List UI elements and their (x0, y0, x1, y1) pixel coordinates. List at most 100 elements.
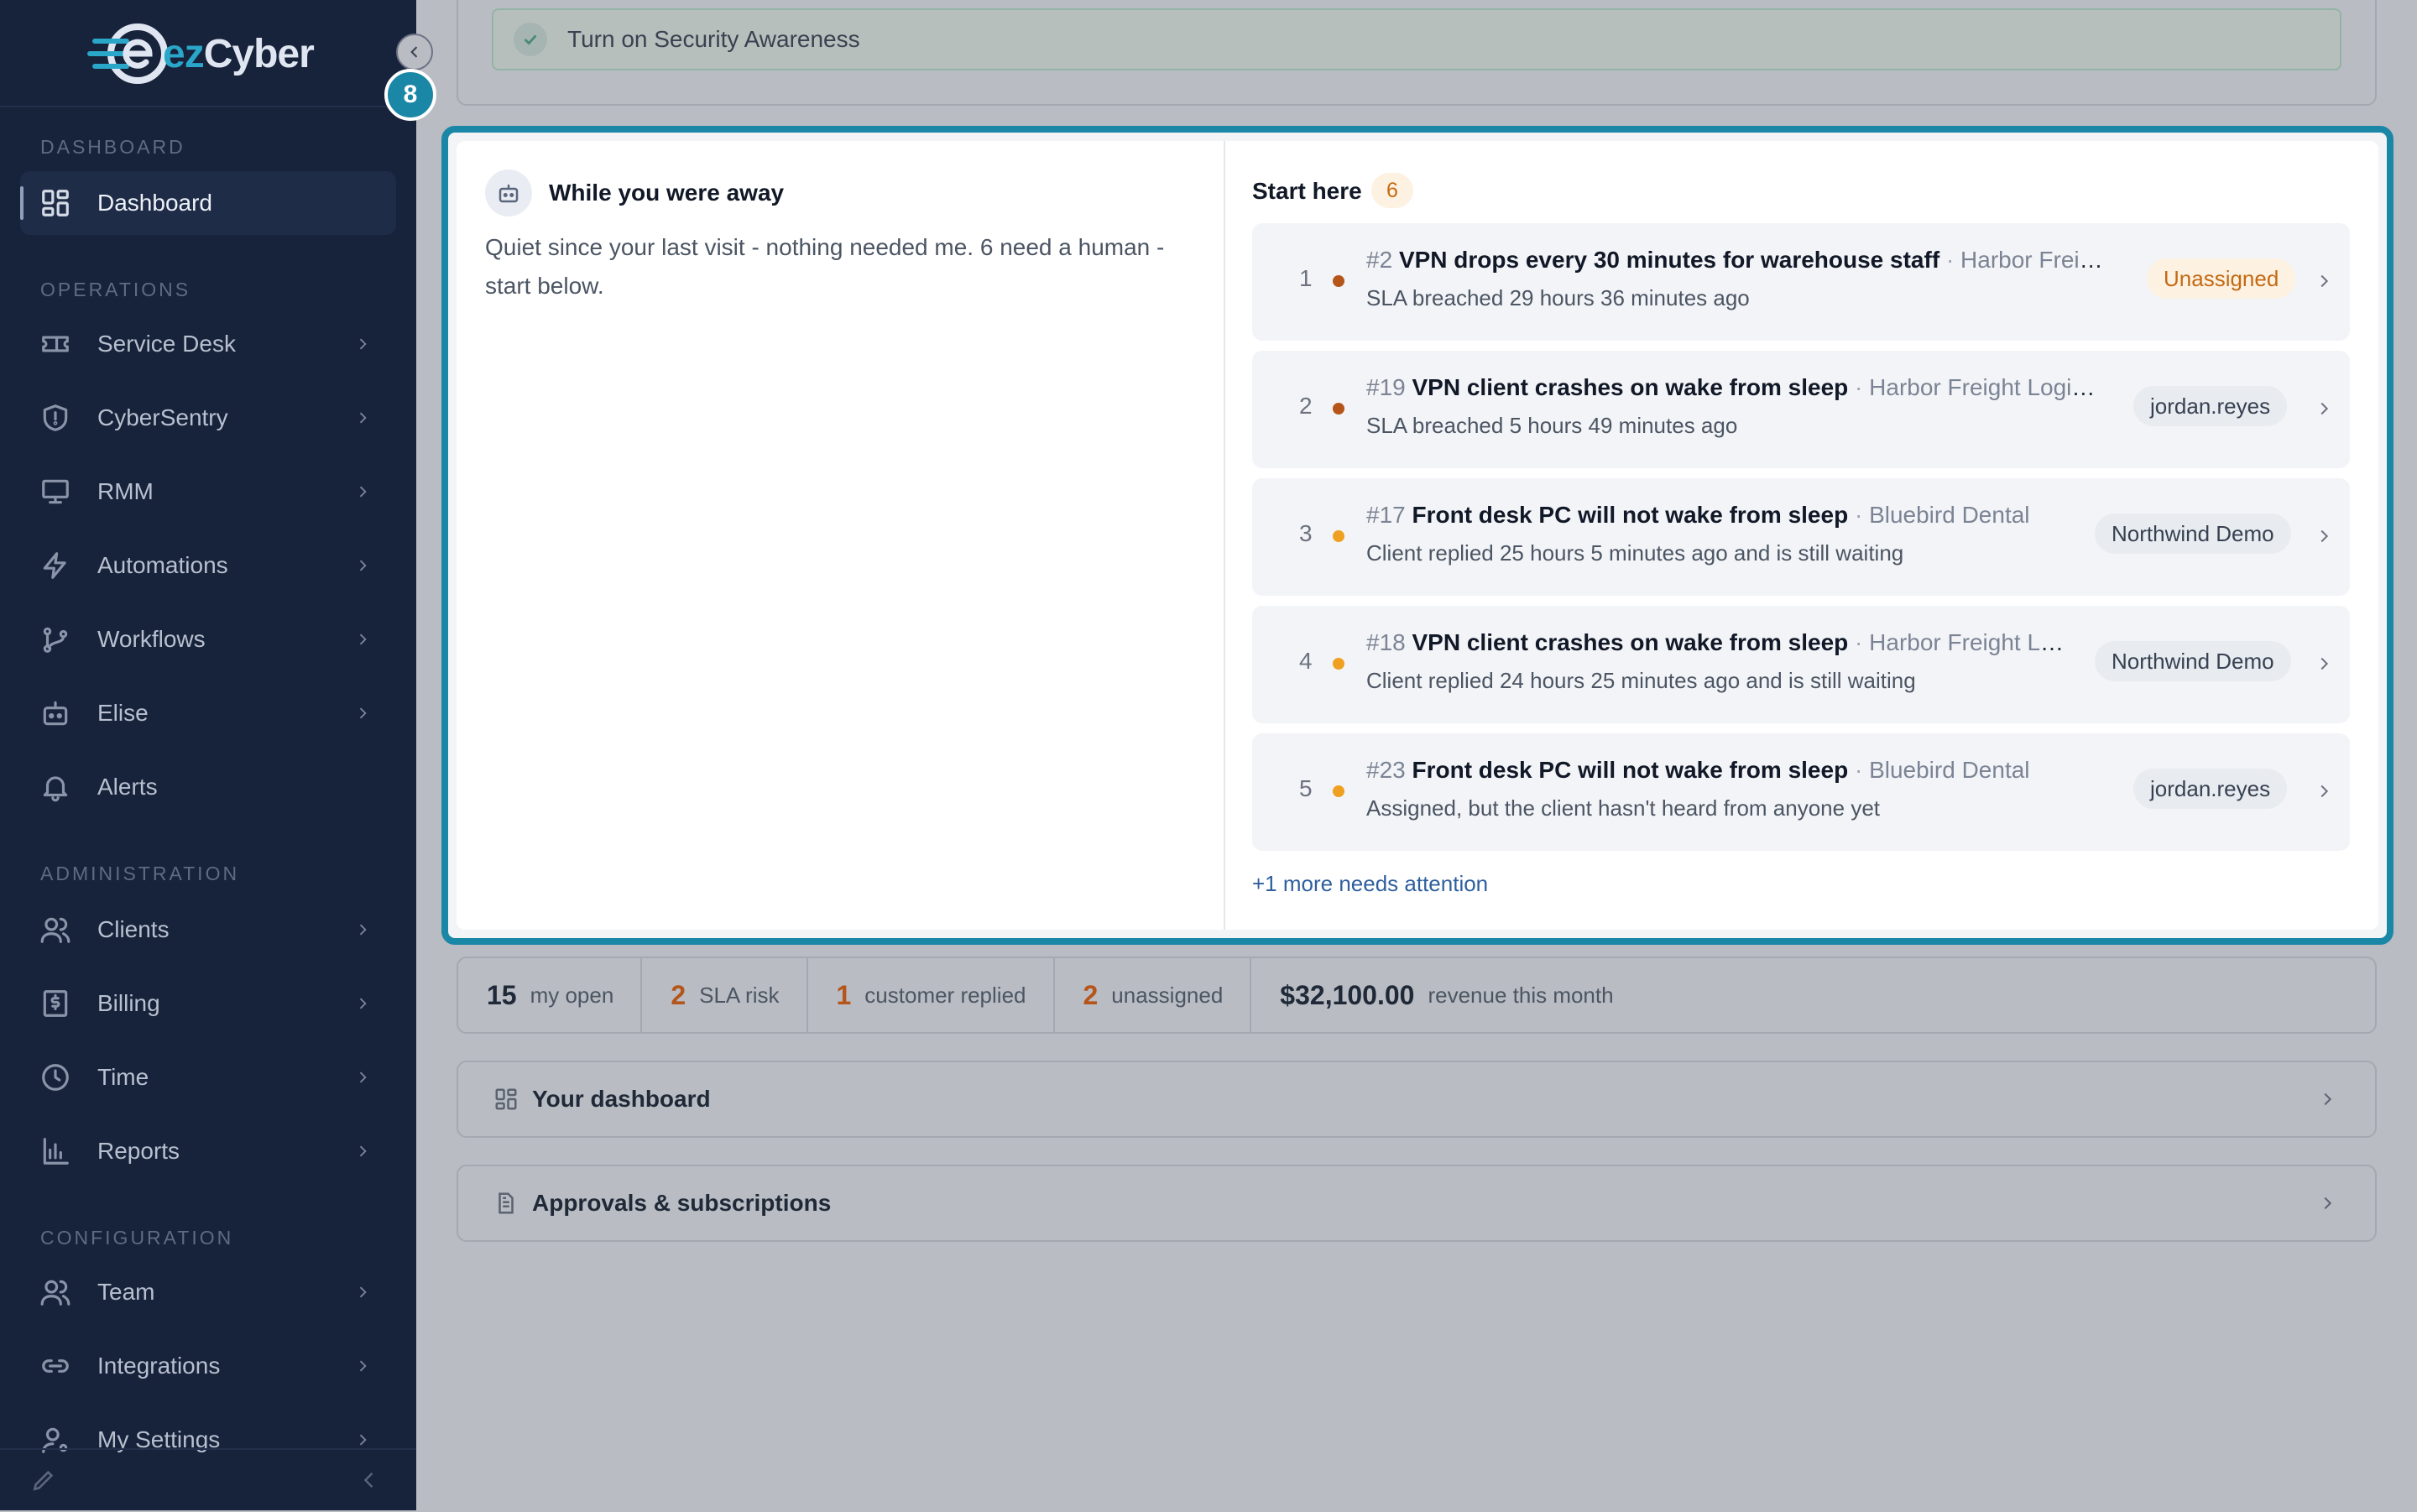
sidebar-item-automations[interactable]: Automations (20, 534, 396, 597)
waiting-dot (1333, 658, 1344, 670)
ticket-icon (39, 327, 72, 361)
sidebar-item-billing[interactable]: Billing (20, 972, 396, 1035)
sidebar-item-label: Integrations (97, 1353, 221, 1379)
ticket-row[interactable]: 1 #2 VPN drops every 30 minutes for ware… (1252, 223, 2350, 341)
chevron-right-icon (354, 557, 371, 574)
git-branch-icon (39, 623, 72, 656)
sidebar-item-label: Team (97, 1279, 155, 1305)
ticket-heading: #2 VPN drops every 30 minutes for wareho… (1366, 247, 2105, 274)
ticket-row[interactable]: 5 #23 Front desk PC will not wake from s… (1252, 733, 2350, 851)
stat-value: 2 (671, 979, 686, 1010)
while-away-text: Quiet since your last visit - nothing ne… (485, 234, 1165, 299)
sidebar-item-time[interactable]: Time (20, 1045, 396, 1109)
sidebar-collapse-button[interactable] (396, 34, 433, 70)
active-indicator (20, 186, 23, 220)
stat-value: 2 (1083, 979, 1099, 1010)
chevron-right-icon (2315, 527, 2333, 545)
dollar-receipt-icon (39, 987, 72, 1020)
separator-dot: · (1945, 247, 1955, 273)
ticket-rank: 3 (1299, 520, 1313, 546)
ticket-id: #17 (1366, 502, 1406, 528)
ticket-heading: #17 Front desk PC will not wake from sle… (1366, 502, 2105, 529)
ticket-row[interactable]: 3 #17 Front desk PC will not wake from s… (1252, 478, 2350, 596)
sla-breach-dot (1333, 403, 1344, 414)
start-here-title: Start here (1252, 178, 1362, 204)
sidebar-item-label: Billing (97, 990, 160, 1016)
ticket-heading: #23 Front desk PC will not wake from sle… (1366, 757, 2105, 784)
stat-revenue[interactable]: $32,100.00 revenue this month (1251, 958, 1640, 1032)
sidebar-item-team[interactable]: Team (20, 1260, 396, 1324)
more-needs-attention-link[interactable]: +1 more needs attention (1252, 871, 1488, 897)
robot-icon (485, 169, 532, 216)
chevron-right-icon (354, 631, 371, 648)
stat-value: $32,100.00 (1280, 979, 1415, 1010)
chevron-right-icon (2318, 1194, 2336, 1212)
sidebar-item-label: Alerts (97, 774, 158, 800)
chevron-right-icon (2315, 272, 2333, 290)
chevron-left-icon[interactable] (358, 1468, 381, 1492)
stat-sla-risk[interactable]: 2 SLA risk (642, 958, 808, 1032)
sidebar-item-cybersentry[interactable]: CyberSentry (20, 386, 396, 450)
robot-icon (39, 696, 72, 730)
chevron-right-icon (354, 1143, 371, 1160)
stat-value: 1 (836, 979, 852, 1010)
ticket-rank: 2 (1299, 393, 1313, 419)
sidebar: ezCyber DASHBOARD Dashboard OPERATIONS S… (0, 0, 416, 1510)
chevron-right-icon (354, 705, 371, 722)
sidebar-item-clients[interactable]: Clients (20, 898, 396, 962)
ticket-id: #2 (1366, 247, 1393, 273)
pencil-icon[interactable] (30, 1467, 57, 1494)
sidebar-item-label: Dashboard (97, 190, 212, 216)
ticket-id: #18 (1366, 629, 1406, 655)
sidebar-item-label: Elise (97, 700, 149, 726)
sidebar-item-workflows[interactable]: Workflows (20, 607, 396, 671)
chevron-right-icon (354, 483, 371, 500)
users-icon (39, 913, 72, 946)
sidebar-item-elise[interactable]: Elise (20, 681, 396, 745)
ticket-title: VPN client crashes on wake from sleep (1412, 374, 1849, 400)
chevron-right-icon (354, 1431, 371, 1448)
your-dashboard-card[interactable]: Your dashboard (457, 1061, 2377, 1138)
sidebar-item-dashboard[interactable]: Dashboard (20, 171, 396, 235)
sidebar-item-service-desk[interactable]: Service Desk (20, 312, 396, 376)
while-away-panel: While you were away Quiet since your las… (457, 141, 1225, 930)
chevron-left-icon (410, 46, 418, 58)
sidebar-item-reports[interactable]: Reports (20, 1119, 396, 1183)
ticket-rank: 5 (1299, 775, 1313, 801)
sidebar-item-integrations[interactable]: Integrations (20, 1334, 396, 1398)
ticket-status: SLA breached 5 hours 49 minutes ago (1366, 413, 1738, 438)
brand-name: ezCyber (163, 31, 315, 76)
check-icon (514, 23, 547, 56)
sidebar-item-alerts[interactable]: Alerts (20, 755, 396, 819)
waiting-dot (1333, 785, 1344, 797)
sidebar-item-rmm[interactable]: RMM (20, 460, 396, 524)
clock-icon (39, 1061, 72, 1094)
separator-dot: · (1854, 757, 1863, 783)
start-here-panel: Start here 6 1 #2 VPN drops every 30 min… (1225, 141, 2378, 930)
chevron-right-icon (354, 921, 371, 938)
card-title: Your dashboard (532, 1086, 711, 1112)
stat-customer-replied[interactable]: 1 customer replied (808, 958, 1055, 1032)
stat-label: my open (530, 982, 614, 1008)
dashboard-grid-icon (493, 1087, 519, 1112)
stat-label: unassigned (1111, 982, 1224, 1008)
ticket-row[interactable]: 4 #18 VPN client crashes on wake from sl… (1252, 606, 2350, 723)
chevron-right-icon (354, 336, 371, 352)
stats-bar: 15 my open 2 SLA risk 1 customer replied… (457, 957, 2377, 1034)
ezcyber-logo-icon (87, 23, 168, 84)
ticket-row[interactable]: 2 #19 VPN client crashes on wake from sl… (1252, 351, 2350, 468)
waiting-dot (1333, 530, 1344, 542)
lightning-icon (39, 549, 72, 582)
ticket-client: Bluebird Dental (1869, 502, 2030, 528)
stat-my-open[interactable]: 15 my open (458, 958, 643, 1032)
start-here-count-badge: 6 (1371, 173, 1413, 208)
ticket-assignee-badge: jordan.reyes (2133, 769, 2288, 809)
ticket-id: #23 (1366, 757, 1406, 783)
security-awareness-banner[interactable]: Turn on Security Awareness (492, 8, 2341, 70)
ticket-client: Harbor Freight Lo... (1869, 629, 2071, 655)
stat-unassigned[interactable]: 2 unassigned (1055, 958, 1252, 1032)
bar-chart-icon (39, 1134, 72, 1168)
ticket-title: Front desk PC will not wake from sleep (1412, 502, 1849, 528)
brand-logo[interactable]: ezCyber (87, 20, 315, 87)
approvals-subscriptions-card[interactable]: Approvals & subscriptions (457, 1165, 2377, 1242)
